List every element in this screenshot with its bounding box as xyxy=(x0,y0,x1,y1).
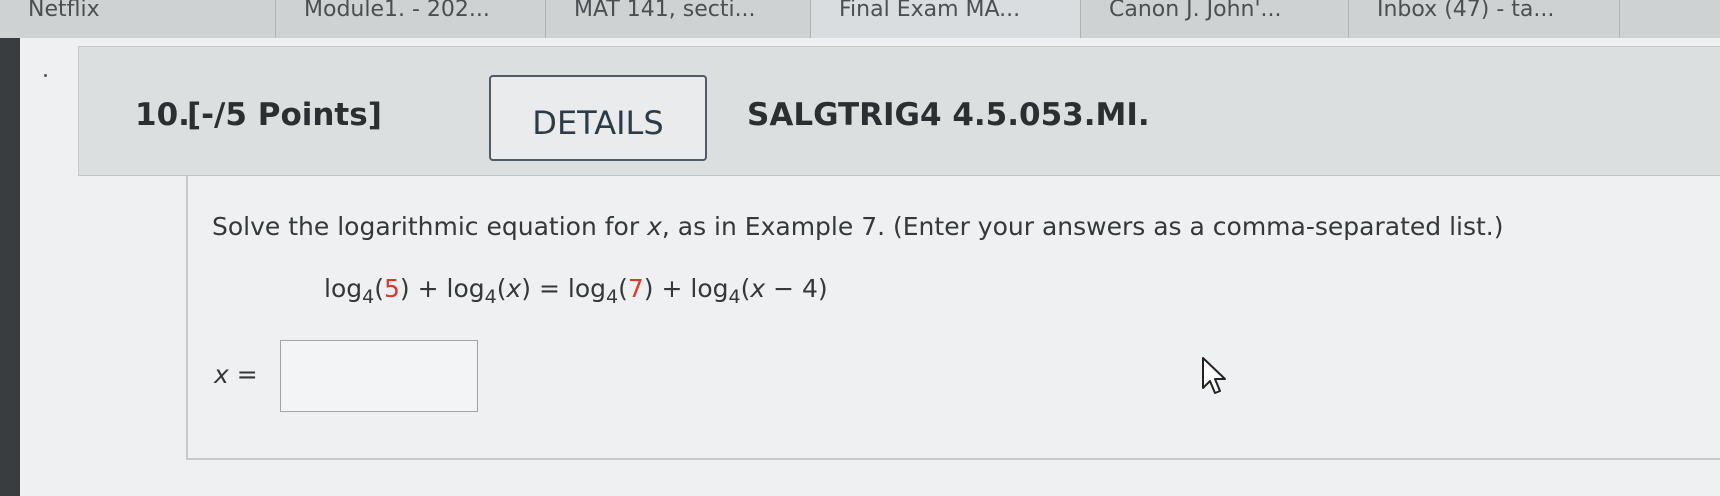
eq-arg-1: 5 xyxy=(383,274,400,303)
details-button[interactable]: DETAILS xyxy=(489,75,707,161)
tab-final-exam[interactable]: Final Exam MA... xyxy=(811,0,1081,38)
prompt-text-end: , as in Example 7. (Enter your answers a… xyxy=(661,212,1504,241)
tab-canon-john[interactable]: Canon J. John'... xyxy=(1081,0,1349,38)
eq-log-3: log xyxy=(567,274,607,303)
eq-base-2: 4 xyxy=(484,286,497,308)
bullet-dot xyxy=(44,74,47,77)
question-page: 10. [-/5 Points] DETAILS SALGTRIG4 4.5.0… xyxy=(20,38,1720,496)
eq-arg-3: 7 xyxy=(627,274,644,303)
screen-edge xyxy=(0,38,20,496)
eq-plus-1: + xyxy=(409,274,447,303)
eq-arg-4-var: x xyxy=(750,274,766,303)
tab-inbox[interactable]: Inbox (47) - ta... xyxy=(1349,0,1620,38)
answer-label: x = xyxy=(214,360,258,389)
question-points: [-/5 Points] xyxy=(187,97,382,133)
eq-arg-4-rest: − 4 xyxy=(765,274,818,303)
browser-tab-bar: Netflix Module1. - 202... MAT 141, secti… xyxy=(0,0,1720,39)
question-code: SALGTRIG4 4.5.053.MI. xyxy=(747,97,1150,133)
log-equation: log4(5) + log4(x) = log4(7) + log4(x − 4… xyxy=(324,274,828,308)
tab-module1[interactable]: Module1. - 202... xyxy=(276,0,546,38)
eq-arg-2: x xyxy=(506,274,522,303)
question-prompt: Solve the logarithmic equation for x, as… xyxy=(212,212,1504,241)
eq-plus-2: + xyxy=(653,274,691,303)
tab-mat-141[interactable]: MAT 141, secti... xyxy=(546,0,811,38)
answer-equals: = xyxy=(228,360,258,389)
prompt-text-start: Solve the logarithmic equation for xyxy=(212,212,648,241)
eq-log-1: log xyxy=(324,274,363,303)
question-body: Solve the logarithmic equation for x, as… xyxy=(186,176,1720,460)
question-number: 10. xyxy=(135,97,190,133)
eq-base-3: 4 xyxy=(606,286,619,308)
eq-log-4: log xyxy=(690,274,729,303)
tab-netflix[interactable]: Netflix xyxy=(0,0,276,38)
answer-variable: x xyxy=(214,360,229,389)
question-header: 10. [-/5 Points] DETAILS SALGTRIG4 4.5.0… xyxy=(78,46,1720,176)
eq-base-1: 4 xyxy=(362,286,375,308)
eq-equals: = xyxy=(531,274,568,303)
prompt-variable: x xyxy=(647,212,662,241)
eq-log-2: log xyxy=(446,274,485,303)
mouse-pointer-icon xyxy=(1202,357,1226,394)
eq-base-4: 4 xyxy=(728,286,741,308)
answer-input[interactable] xyxy=(280,340,478,412)
